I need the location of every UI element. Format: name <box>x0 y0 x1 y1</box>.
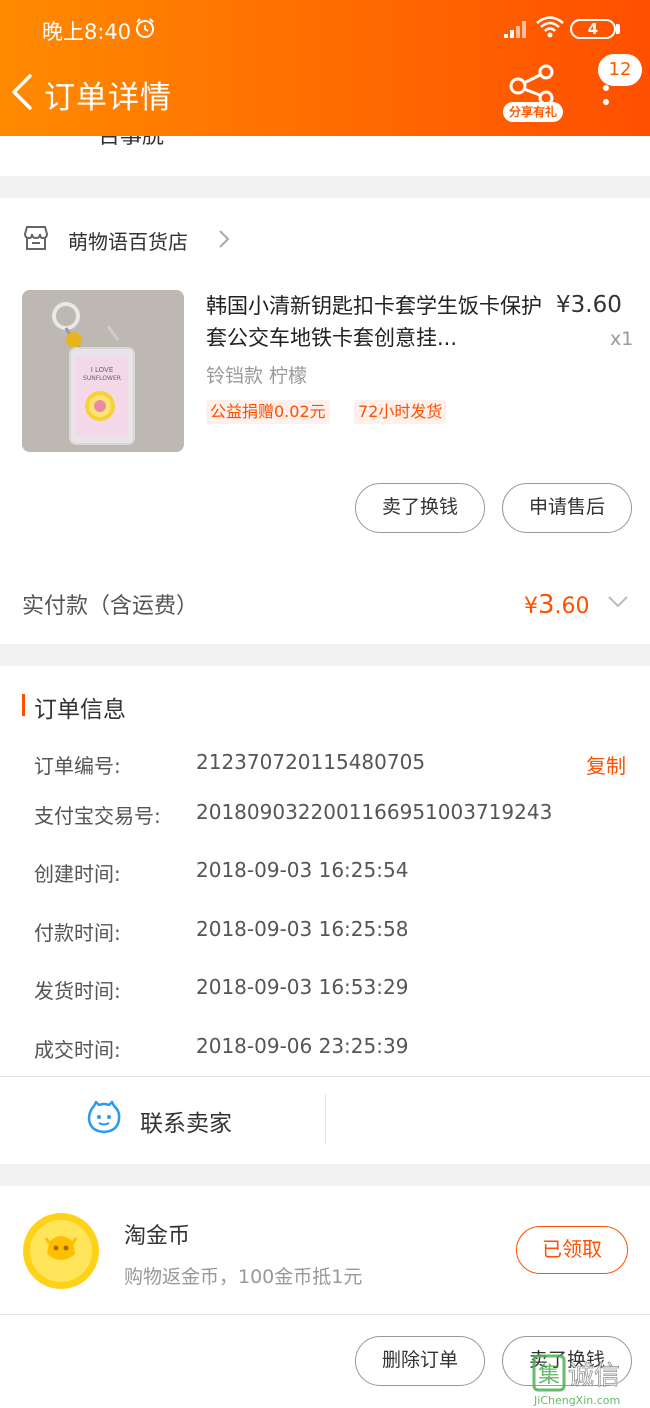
page-title: 订单详情 <box>44 80 172 116</box>
status-bar: 晚上8:40 4 <box>0 0 650 56</box>
battery-level: 4 <box>587 20 599 38</box>
share-icon <box>509 64 554 106</box>
completed-time-value: 2018-09-06 23:25:39 <box>196 1034 409 1058</box>
contact-seller-button[interactable]: 联系卖家 <box>86 1100 316 1140</box>
wifi-icon <box>536 16 564 38</box>
product-title[interactable]: 韩国小清新钥匙扣卡套学生饭卡保护套公交车地铁卡套创意挂... <box>206 290 542 354</box>
watermark-graphic: 集 诚信 JiChengXin.com <box>532 1354 620 1407</box>
order-number-label: 订单编号: <box>34 754 121 778</box>
share-button[interactable]: 分享有礼 <box>500 62 566 124</box>
gold-coin-icon <box>23 1213 99 1289</box>
partial-text: 百事脱 <box>98 136 165 149</box>
amount-integer: 3 <box>538 590 555 620</box>
svg-text:JiChengXin.com: JiChengXin.com <box>533 1394 620 1407</box>
product-price: ¥3.60 <box>556 292 622 318</box>
after-sale-button[interactable]: 申请售后 <box>502 483 632 533</box>
created-time-label: 创建时间: <box>34 862 121 886</box>
order-number-value: 212370720115480705 <box>196 750 426 774</box>
share-label: 分享有礼 <box>503 102 563 122</box>
app-header: 晚上8:40 4 订单详情 分享有礼 12 <box>0 0 650 136</box>
shop-icon <box>23 226 49 250</box>
address-card-partial: 百事脱 <box>0 136 650 176</box>
shipped-time-value: 2018-09-03 16:53:29 <box>196 975 409 999</box>
contact-seller-label: 联系卖家 <box>140 1111 232 1137</box>
created-time-value: 2018-09-03 16:25:54 <box>196 858 409 882</box>
alipay-number-value: 2018090322001166951003719243 <box>196 800 553 824</box>
coins-title: 淘金币 <box>124 1224 191 1249</box>
amount-decimal: .60 <box>554 594 590 619</box>
divider <box>0 1076 650 1077</box>
divider-bottom <box>0 1314 650 1315</box>
back-icon[interactable] <box>8 72 38 112</box>
chat-bubble-icon <box>87 1100 121 1134</box>
chevron-right-icon[interactable] <box>216 228 232 250</box>
product-quantity: x1 <box>610 328 634 350</box>
alarm-icon <box>136 18 154 38</box>
section-accent-bar <box>22 694 25 716</box>
watermark-logo: 集 诚信 JiChengXin.com <box>532 1352 650 1408</box>
battery-indicator: 4 <box>570 19 616 39</box>
coins-description: 购物返金币，100金币抵1元 <box>124 1266 363 1288</box>
chevron-down-icon[interactable] <box>606 594 630 610</box>
shop-name[interactable]: 萌物语百货店 <box>68 226 188 255</box>
signal-icon <box>504 21 526 38</box>
charity-tag: 公益捐赠0.02元 <box>206 400 330 424</box>
sell-button[interactable]: 卖了换钱 <box>355 483 485 533</box>
paid-amount: ¥3.60 <box>524 590 590 620</box>
svg-text:集: 集 <box>538 1363 560 1388</box>
battery-tip <box>616 24 620 34</box>
product-sku: 铃铛款 柠檬 <box>206 365 308 387</box>
message-count-badge[interactable]: 12 <box>598 54 642 86</box>
order-info-card <box>0 666 650 1164</box>
product-image-text-2: SUNFLOWER <box>83 375 121 382</box>
product-photo: I LOVE SUNFLOWER <box>22 290 184 452</box>
order-info-title: 订单信息 <box>34 697 126 723</box>
paid-time-value: 2018-09-03 16:25:58 <box>196 917 409 941</box>
shipped-time-label: 发货时间: <box>34 979 121 1003</box>
product-image[interactable]: I LOVE SUNFLOWER <box>22 290 184 452</box>
paid-time-label: 付款时间: <box>34 921 121 945</box>
delete-order-button[interactable]: 删除订单 <box>355 1336 485 1386</box>
currency-symbol: ¥ <box>524 594 538 619</box>
shipping-tag: 72小时发货 <box>354 400 447 424</box>
more-icon[interactable] <box>596 82 616 112</box>
paid-amount-label: 实付款（含运费） <box>22 594 199 619</box>
svg-text:诚信: 诚信 <box>568 1361 620 1391</box>
alipay-number-label: 支付宝交易号: <box>34 804 161 828</box>
claimed-button[interactable]: 已领取 <box>516 1226 628 1274</box>
vertical-divider <box>325 1094 326 1144</box>
product-image-text: I LOVE <box>91 366 114 374</box>
completed-time-label: 成交时间: <box>34 1038 121 1062</box>
status-time: 晚上8:40 <box>42 20 132 44</box>
copy-button[interactable]: 复制 <box>586 750 626 779</box>
